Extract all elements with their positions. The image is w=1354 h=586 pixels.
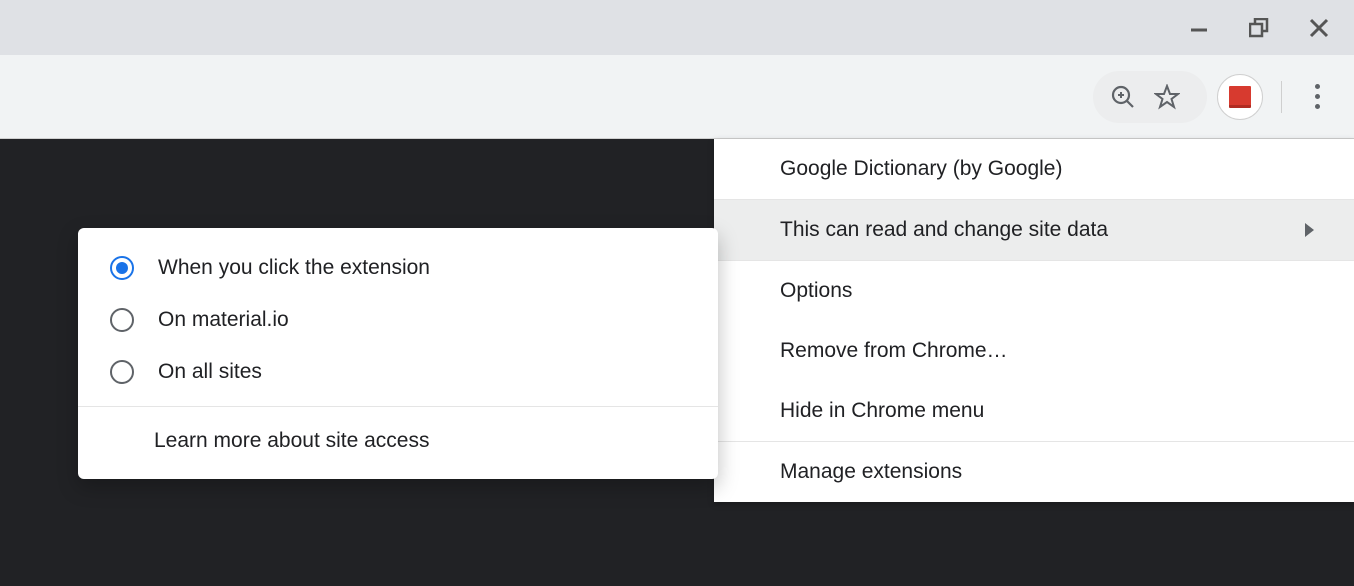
close-icon (1308, 17, 1330, 39)
window-minimize-button[interactable] (1186, 15, 1212, 41)
learn-more-link[interactable]: Learn more about site access (78, 406, 718, 479)
zoom-button[interactable] (1101, 75, 1145, 119)
context-menu-title: Google Dictionary (by Google) (714, 139, 1354, 199)
extension-button[interactable] (1217, 74, 1263, 120)
menu-item-label: Manage extensions (780, 460, 962, 484)
radio-icon (110, 308, 134, 332)
bookmark-button[interactable] (1145, 75, 1189, 119)
browser-toolbar (0, 55, 1354, 139)
omnibox-actions (1093, 71, 1207, 123)
window-maximize-button[interactable] (1246, 15, 1272, 41)
dots-icon (1315, 84, 1320, 89)
minimize-icon (1189, 18, 1209, 38)
radio-icon (110, 360, 134, 384)
menu-item-options[interactable]: Options (714, 260, 1354, 321)
window-titlebar (0, 0, 1354, 55)
radio-option-on-click[interactable]: When you click the extension (78, 242, 718, 294)
chrome-menu-button[interactable] (1300, 77, 1334, 117)
site-access-submenu: When you click the extension On material… (78, 228, 718, 479)
window-close-button[interactable] (1306, 15, 1332, 41)
maximize-icon (1249, 18, 1269, 38)
radio-label: When you click the extension (158, 256, 430, 280)
star-icon (1154, 84, 1180, 110)
menu-item-label: Remove from Chrome… (780, 339, 1008, 363)
dictionary-extension-icon (1229, 86, 1251, 108)
extension-name: Google Dictionary (by Google) (780, 157, 1062, 181)
radio-option-on-site[interactable]: On material.io (78, 294, 718, 346)
menu-item-site-data[interactable]: This can read and change site data (714, 199, 1354, 260)
learn-more-label: Learn more about site access (154, 429, 429, 452)
menu-item-label: Hide in Chrome menu (780, 399, 984, 423)
extension-context-menu: Google Dictionary (by Google) This can r… (714, 139, 1354, 502)
menu-item-label: This can read and change site data (780, 218, 1108, 242)
radio-label: On all sites (158, 360, 262, 384)
zoom-in-icon (1110, 84, 1136, 110)
menu-item-remove[interactable]: Remove from Chrome… (714, 321, 1354, 381)
menu-item-hide[interactable]: Hide in Chrome menu (714, 381, 1354, 441)
chevron-right-icon (1305, 223, 1314, 237)
menu-item-manage-extensions[interactable]: Manage extensions (714, 441, 1354, 502)
radio-option-all-sites[interactable]: On all sites (78, 346, 718, 398)
menu-item-label: Options (780, 279, 852, 303)
radio-icon (110, 256, 134, 280)
toolbar-separator (1281, 81, 1282, 113)
radio-label: On material.io (158, 308, 289, 332)
